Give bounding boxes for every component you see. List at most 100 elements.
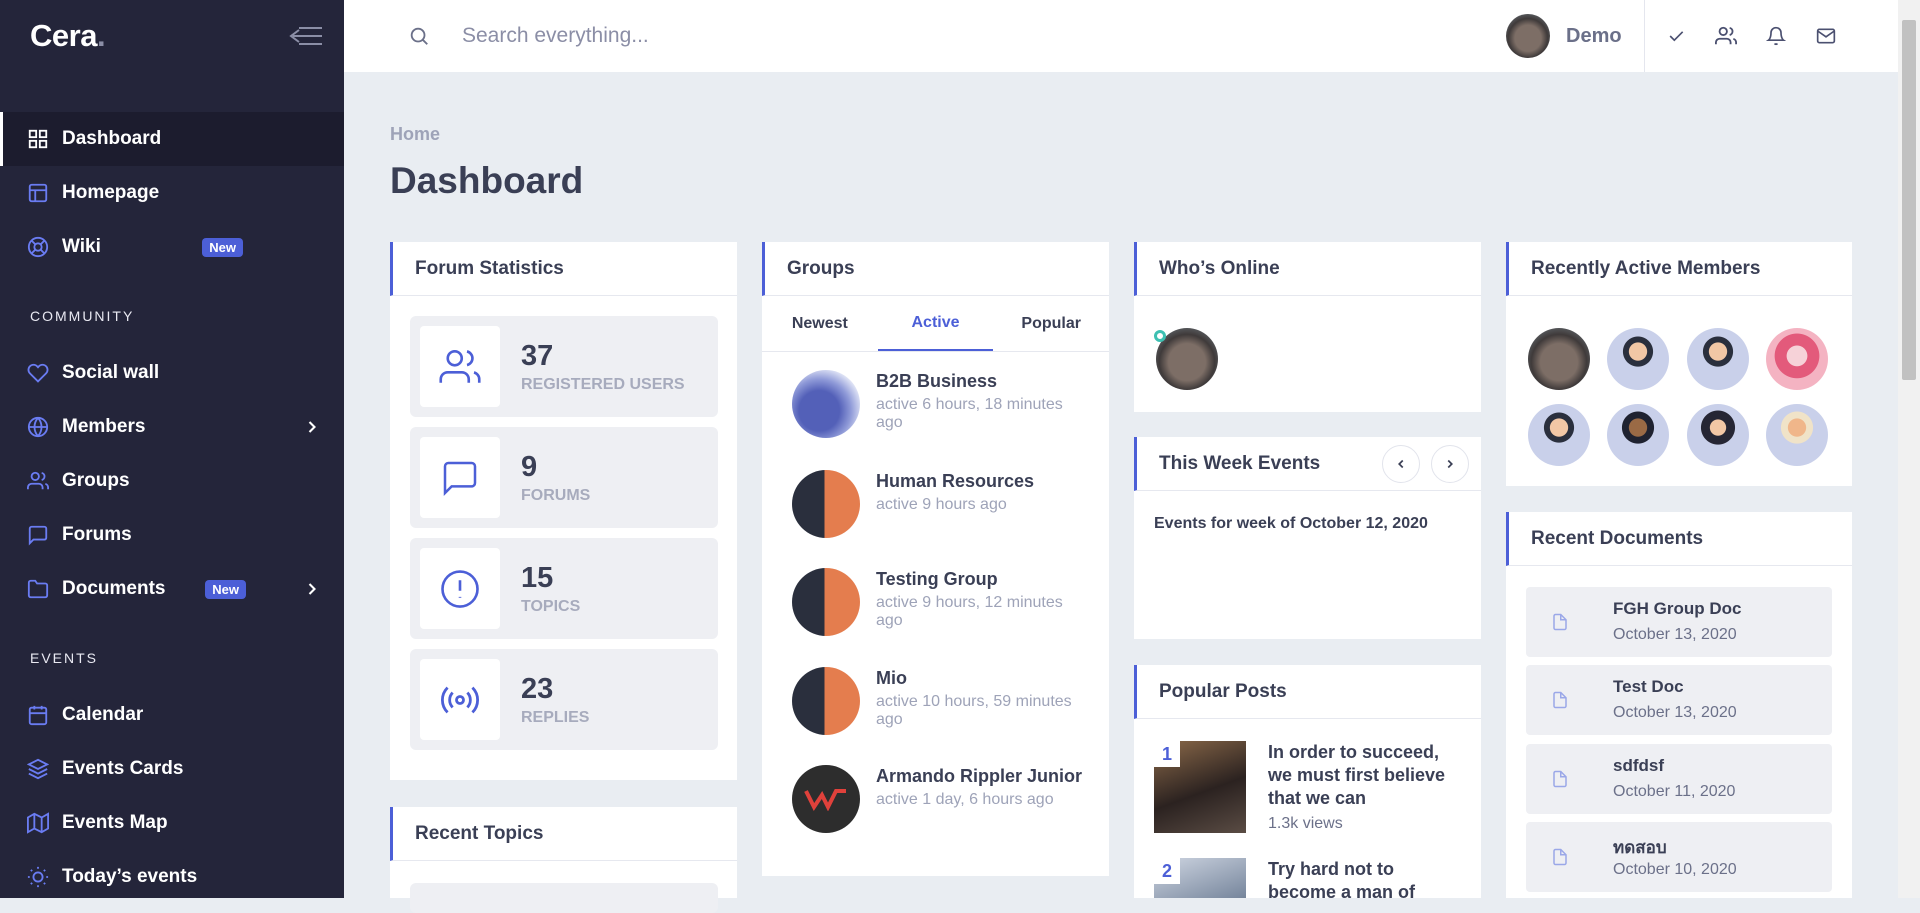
document-item[interactable]: FGH Group Doc October 13, 2020 (1526, 587, 1832, 657)
search-input[interactable] (462, 18, 1062, 54)
sidebar-item-events-map[interactable]: Events Map (0, 796, 344, 850)
sidebar-item-wiki[interactable]: Wiki New (0, 220, 344, 274)
calendar-icon (26, 703, 50, 727)
group-name[interactable]: Testing Group (876, 568, 1086, 591)
chevron-right-icon[interactable] (302, 417, 322, 443)
search-icon[interactable] (408, 25, 430, 52)
group-item[interactable]: Testing Group active 9 hours, 12 minutes … (792, 568, 1086, 636)
group-item[interactable]: Human Resources active 9 hours ago (792, 470, 1086, 538)
member-avatar[interactable] (1687, 328, 1749, 390)
tab-active[interactable]: Active (877, 297, 994, 351)
file-icon (1526, 587, 1594, 657)
section-title-events: EVENTS (30, 650, 99, 666)
prev-week-button[interactable] (1382, 445, 1420, 483)
document-name[interactable]: sdfdsf (1613, 756, 1664, 776)
user-menu[interactable]: Demo (1506, 14, 1622, 58)
whos-online-card: Who’s Online (1134, 242, 1481, 412)
scrollbar-thumb[interactable] (1902, 20, 1916, 380)
sidebar-item-label: Social wall (62, 362, 160, 383)
group-item[interactable]: B2B Business active 6 hours, 18 minutes a… (792, 370, 1086, 438)
bell-icon[interactable] (1764, 24, 1788, 48)
group-meta: active 10 hours, 59 minutes ago (876, 693, 1072, 728)
sidebar-item-documents[interactable]: Documents New (0, 562, 344, 616)
member-avatar[interactable] (1607, 328, 1669, 390)
sidebar-item-label: Events Map (62, 812, 168, 833)
group-name[interactable]: Armando Rippler Junior (876, 765, 1086, 788)
sidebar-item-members[interactable]: Members (0, 400, 344, 454)
document-name[interactable]: Test Doc (1613, 677, 1684, 697)
lifebuoy-icon (26, 235, 50, 259)
week-events-card: This Week Events Events for week of Octo… (1134, 437, 1481, 639)
card-title: Recently Active Members (1506, 242, 1852, 296)
sidebar-item-events-cards[interactable]: Events Cards (0, 742, 344, 796)
document-item[interactable]: ทดสอบ October 10, 2020 (1526, 822, 1832, 892)
users-icon[interactable] (1714, 24, 1738, 48)
message-square-icon (420, 437, 500, 518)
avatar[interactable] (1506, 14, 1550, 58)
stat-topics: 15 TOPICS (410, 538, 718, 639)
post-title[interactable]: In order to succeed, we must first belie… (1268, 741, 1464, 810)
group-item[interactable]: Mio active 10 hours, 59 minutes ago (792, 667, 1086, 735)
sun-icon (26, 865, 50, 889)
scrollbar[interactable] (1898, 0, 1920, 898)
user-name[interactable]: Demo (1566, 25, 1622, 48)
sidebar-item-calendar[interactable]: Calendar (0, 688, 344, 742)
stat-value: 15 (521, 562, 554, 594)
sidebar-item-homepage[interactable]: Homepage (0, 166, 344, 220)
sidebar-item-todays-events[interactable]: Today’s events (0, 850, 344, 904)
member-avatar[interactable] (1687, 404, 1749, 466)
check-icon[interactable] (1664, 24, 1688, 48)
heart-icon (26, 361, 50, 385)
collapse-sidebar-icon[interactable] (288, 24, 324, 48)
document-name[interactable]: FGH Group Doc (1613, 599, 1741, 619)
member-avatar[interactable] (1528, 404, 1590, 466)
group-name[interactable]: Mio (876, 667, 1086, 690)
sidebar-item-forums[interactable]: Forums (0, 508, 344, 562)
group-avatar[interactable] (792, 568, 860, 636)
document-name[interactable]: ทดสอบ (1613, 834, 1667, 861)
popular-posts-card: Popular Posts 1 In order to succeed, we … (1134, 665, 1481, 898)
post-title[interactable]: Try hard not to become a man of (1268, 858, 1464, 898)
group-avatar[interactable] (792, 370, 860, 438)
file-icon (1526, 665, 1594, 735)
forum-statistics-card: Forum Statistics 37 REGISTERED USERS 9 F… (390, 242, 737, 780)
post-views: 1.3k views (1268, 815, 1343, 832)
stat-replies: 23 REPLIES (410, 649, 718, 750)
mail-icon[interactable] (1814, 24, 1838, 48)
post-rank: 2 (1154, 858, 1180, 884)
brand-bar: Cera. (0, 0, 344, 72)
users-icon (420, 326, 500, 407)
member-avatar[interactable] (1766, 328, 1828, 390)
layers-icon (26, 757, 50, 781)
card-title: Forum Statistics (390, 242, 737, 296)
document-item[interactable]: Test Doc October 13, 2020 (1526, 665, 1832, 735)
breadcrumb[interactable]: Home (390, 124, 440, 145)
tab-newest[interactable]: Newest (762, 297, 878, 351)
page-title: Dashboard (390, 160, 584, 201)
users-icon (26, 469, 50, 493)
group-avatar[interactable] (792, 765, 860, 833)
sidebar-item-label: Groups (62, 470, 130, 491)
document-item[interactable]: sdfdsf October 11, 2020 (1526, 744, 1832, 814)
member-avatar[interactable] (1528, 328, 1590, 390)
topic-row[interactable] (410, 883, 718, 913)
sidebar-item-label: Dashboard (62, 128, 162, 149)
sidebar-item-social-wall[interactable]: Social wall (0, 346, 344, 400)
tab-popular[interactable]: Popular (993, 297, 1109, 351)
next-week-button[interactable] (1431, 445, 1469, 483)
logo[interactable]: Cera. (30, 18, 106, 54)
group-avatar[interactable] (792, 667, 860, 735)
sidebar-item-groups[interactable]: Groups (0, 454, 344, 508)
card-title: Groups (762, 242, 1109, 296)
sidebar-item-label: Homepage (62, 182, 160, 203)
group-name[interactable]: B2B Business (876, 370, 1086, 393)
member-avatar[interactable] (1607, 404, 1669, 466)
group-avatar[interactable] (792, 470, 860, 538)
chevron-right-icon[interactable] (302, 579, 322, 605)
recent-members-card: Recently Active Members (1506, 242, 1852, 486)
member-avatar[interactable] (1766, 404, 1828, 466)
card-title: Recent Topics (390, 807, 737, 861)
group-item[interactable]: Armando Rippler Junior active 1 day, 6 ho… (792, 765, 1086, 833)
group-name[interactable]: Human Resources (876, 470, 1086, 493)
sidebar-item-dashboard[interactable]: Dashboard (0, 112, 344, 166)
